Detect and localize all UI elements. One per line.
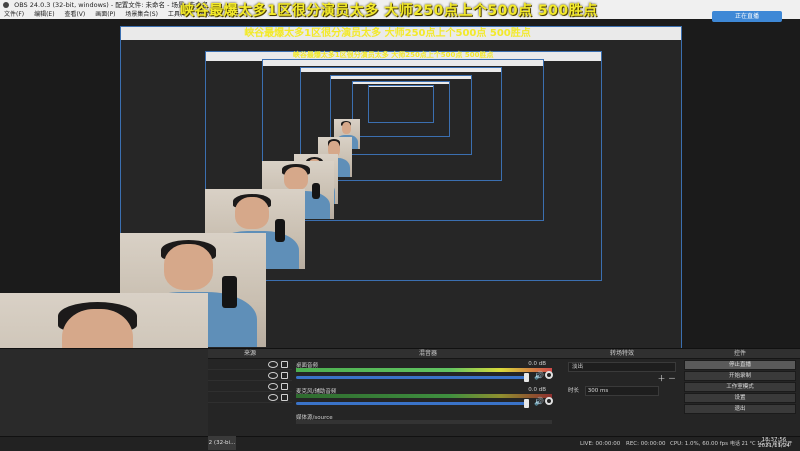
- menu-profile[interactable]: 画面(P): [95, 11, 115, 18]
- stream-overlay-text: 峡谷最爆太多1区很分演员太多 大师250点上个500点 500胜点: [180, 3, 598, 19]
- volume-meter: [296, 368, 552, 372]
- lock-icon[interactable]: [281, 372, 288, 379]
- channel-db: 0.0 dB: [528, 387, 546, 393]
- rec-time: REC: 00:00:00: [626, 441, 666, 447]
- clock-date: 2021/11/24: [758, 443, 790, 449]
- mixer-header: 混音器: [292, 349, 564, 359]
- volume-meter: [296, 394, 552, 398]
- channel-db: 0.0 dB: [528, 361, 546, 367]
- eye-icon[interactable]: [268, 394, 278, 401]
- mixer-channel-media: 媒体源/source: [296, 413, 552, 437]
- gear-icon[interactable]: [545, 371, 553, 379]
- volume-slider[interactable]: [296, 402, 526, 405]
- start-recording-button[interactable]: 开始录制: [684, 371, 796, 381]
- transition-select[interactable]: 淡出: [568, 362, 676, 372]
- studio-mode-button[interactable]: 工作室模式: [684, 382, 796, 392]
- docks-area: 来源 混音器 桌面音频 0.0 dB 🔊 麦克风/辅助音频 0.0 dB 🔊 媒…: [0, 348, 800, 437]
- source-item[interactable]: [208, 370, 292, 381]
- nested-preview-7: [368, 85, 434, 123]
- exit-button[interactable]: 退出: [684, 404, 796, 414]
- gear-icon[interactable]: [545, 397, 553, 405]
- lock-icon[interactable]: [281, 361, 288, 368]
- speaker-icon[interactable]: 🔊: [534, 397, 544, 406]
- menu-view[interactable]: 查看(V): [64, 11, 85, 18]
- settings-button[interactable]: 设置: [684, 393, 796, 403]
- lock-icon[interactable]: [281, 394, 288, 401]
- transitions-header: 转场特效: [564, 349, 680, 359]
- menu-file[interactable]: 文件(F): [4, 11, 24, 18]
- source-item[interactable]: [208, 392, 292, 403]
- sources-header: 来源: [208, 349, 292, 359]
- sources-panel: 来源: [208, 349, 293, 437]
- speaker-icon[interactable]: 🔊: [534, 371, 544, 380]
- menu-scene-collection[interactable]: 场景集合(S): [125, 11, 158, 18]
- volume-knob[interactable]: [524, 399, 529, 408]
- transitions-panel: 转场特效 淡出 ＋ － 时长 300 ms: [564, 349, 681, 437]
- remove-icon[interactable]: －: [668, 374, 676, 383]
- source-item[interactable]: [208, 381, 292, 392]
- volume-meter: [296, 420, 552, 424]
- obs-app-icon: [3, 2, 9, 8]
- mixer-channel-desktop: 桌面音频 0.0 dB 🔊: [296, 361, 553, 385]
- mixer-panel: 混音器 桌面音频 0.0 dB 🔊 麦克风/辅助音频 0.0 dB 🔊 媒体源/…: [292, 349, 565, 437]
- volume-knob[interactable]: [524, 373, 529, 382]
- duration-label: 时长: [568, 388, 580, 394]
- live-status-badge[interactable]: 正在直播: [712, 11, 782, 22]
- volume-slider[interactable]: [296, 376, 526, 379]
- mixer-channel-mic: 麦克风/辅助音频 0.0 dB 🔊: [296, 387, 553, 411]
- duration-input[interactable]: 300 ms: [584, 386, 659, 396]
- system-clock[interactable]: 18:37:56 2021/11/24: [748, 437, 800, 449]
- stop-streaming-button[interactable]: 停止直播: [684, 360, 796, 370]
- add-icon[interactable]: ＋: [657, 374, 665, 383]
- nested-overlay-text: 峡谷最爆太多1区很分演员太多 大师250点上个500点 500胜点: [244, 27, 531, 39]
- eye-icon[interactable]: [268, 361, 278, 368]
- duration-row: 时长 300 ms: [568, 386, 676, 396]
- eye-icon[interactable]: [268, 383, 278, 390]
- controls-panel: 控件 停止直播 开始录制 工作室模式 设置 退出: [680, 349, 800, 437]
- source-item[interactable]: [208, 359, 292, 370]
- lock-icon[interactable]: [281, 383, 288, 390]
- taskbar-app[interactable]: 2 (32-bi...: [208, 436, 236, 450]
- transition-add-remove: ＋ －: [568, 375, 676, 383]
- cpu-fps: CPU: 1.0%, 60.00 fps: [670, 441, 729, 447]
- controls-header: 控件: [680, 349, 800, 359]
- eye-icon[interactable]: [268, 372, 278, 379]
- live-time: LIVE: 00:00:00: [580, 441, 621, 447]
- menu-edit[interactable]: 编辑(E): [34, 11, 54, 18]
- status-bar: LIVE: 00:00:00 REC: 00:00:00 CPU: 1.0%, …: [0, 436, 800, 451]
